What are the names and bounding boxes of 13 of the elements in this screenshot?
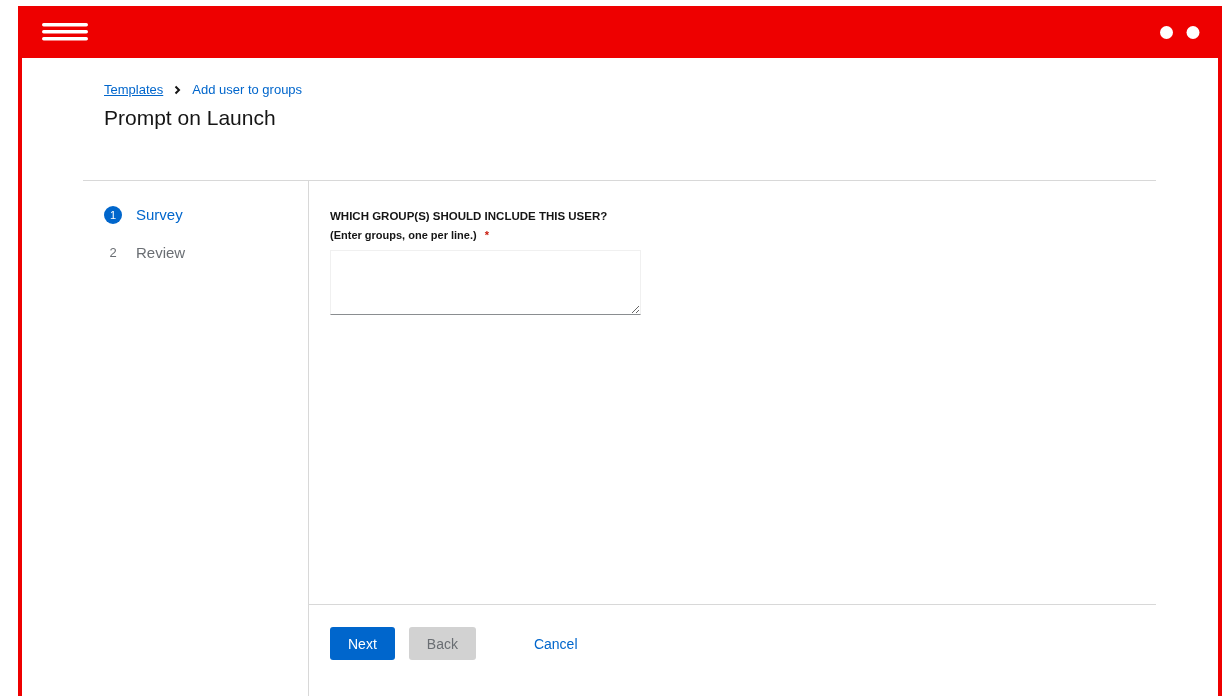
window-dots-icon bbox=[1160, 25, 1200, 39]
chevron-icon bbox=[174, 84, 182, 95]
required-mark: * bbox=[484, 229, 489, 241]
breadcrumb-current: Add user to groups bbox=[192, 82, 303, 97]
next-button[interactable]: Next bbox=[330, 627, 395, 660]
field-hint: (Enter groups, one per line.) bbox=[330, 229, 477, 241]
menu-icon[interactable] bbox=[42, 23, 88, 41]
wizard-step[interactable]: 1 Survey bbox=[104, 205, 308, 224]
cancel-link[interactable]: Cancel bbox=[515, 627, 596, 660]
breadcrumb-link[interactable]: Templates bbox=[104, 82, 164, 97]
page-title: Prompt on Launch bbox=[104, 106, 277, 130]
wizard-step[interactable]: 2 Review bbox=[104, 243, 308, 262]
question-label: WHICH GROUP(S) SHOULD INCLUDE THIS USER? bbox=[330, 210, 609, 222]
